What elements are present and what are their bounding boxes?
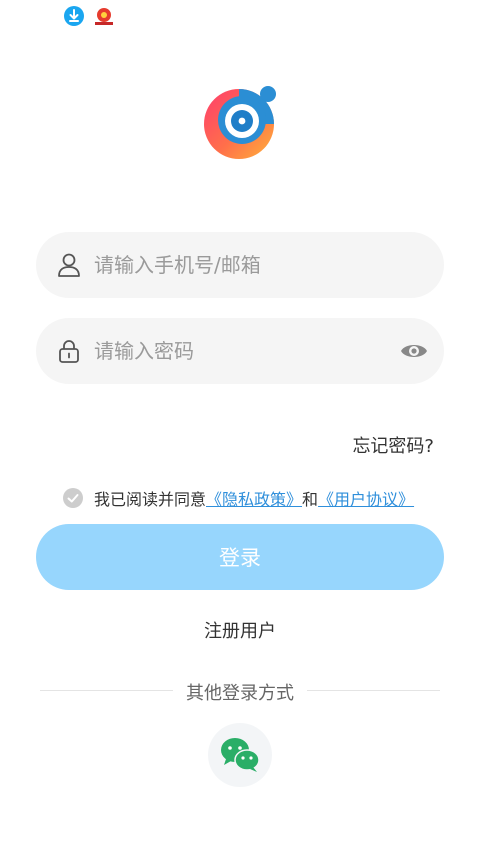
login-button[interactable]: 登录: [36, 524, 444, 590]
lock-icon: [59, 340, 79, 363]
password-input[interactable]: [94, 330, 414, 372]
wechat-login-button[interactable]: [208, 723, 272, 787]
eye-icon[interactable]: [400, 340, 428, 362]
app-logo: [204, 86, 276, 159]
other-login-label: 其他登录方式: [186, 683, 294, 704]
divider-right: [307, 690, 440, 691]
wechat-icon: [221, 738, 260, 772]
agreement-text: 我已阅读并同意: [94, 490, 207, 509]
app-notification-icon: [95, 8, 113, 25]
user-icon: [58, 253, 80, 277]
forgot-password-link[interactable]: 忘记密码?: [352, 432, 434, 458]
status-bar: [0, 0, 480, 32]
agreement-checkbox[interactable]: [62, 487, 84, 509]
register-link[interactable]: 注册用户: [0, 617, 480, 643]
phone-email-input[interactable]: [94, 244, 414, 286]
privacy-policy-link[interactable]: 《隐私政策》: [206, 486, 302, 510]
phone-email-field[interactable]: [36, 232, 444, 298]
download-icon: [64, 6, 84, 26]
password-field[interactable]: [36, 318, 444, 384]
agreement-row: 我已阅读并同意 《隐私政策》 和 《用户协议》: [62, 486, 414, 510]
user-agreement-link[interactable]: 《用户协议》: [318, 486, 414, 510]
agreement-and-text: 和: [302, 490, 319, 509]
